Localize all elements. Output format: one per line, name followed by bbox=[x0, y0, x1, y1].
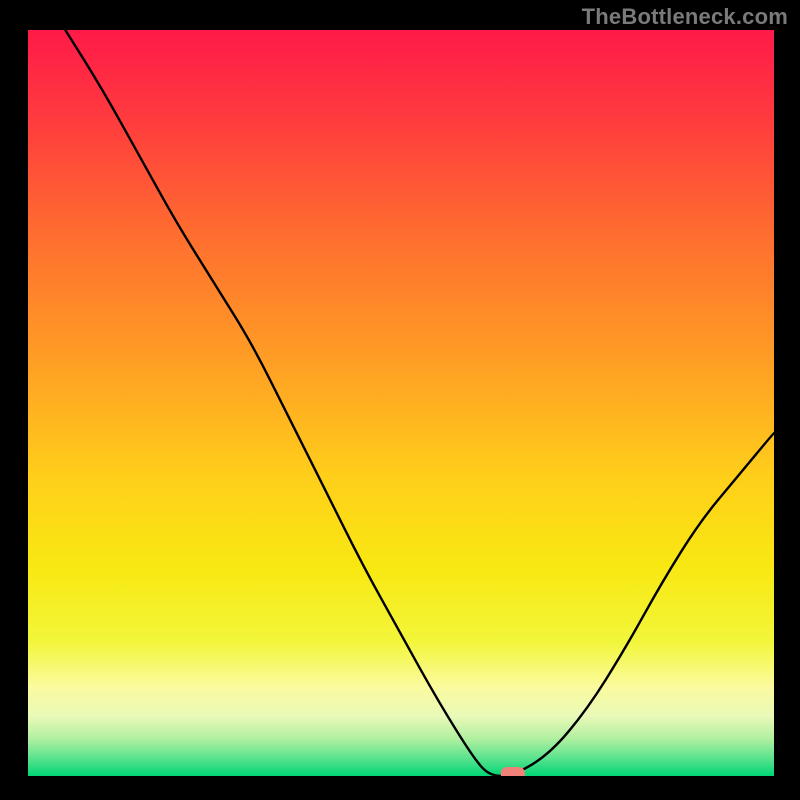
chart-svg bbox=[28, 30, 774, 776]
optimal-marker bbox=[501, 767, 525, 776]
chart-frame: TheBottleneck.com bbox=[0, 0, 800, 800]
gradient-background bbox=[28, 30, 774, 776]
watermark-label: TheBottleneck.com bbox=[582, 4, 788, 30]
